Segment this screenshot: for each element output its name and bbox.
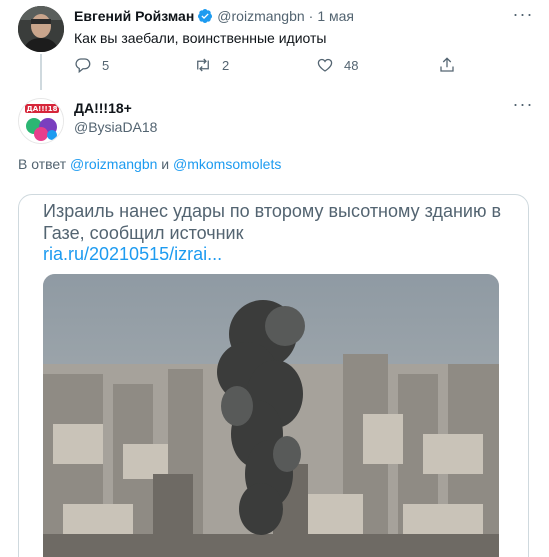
card-link[interactable]: ria.ru/20210515/izrai... <box>43 244 222 265</box>
separator-dot: · <box>308 8 314 24</box>
smoke-over-city-image <box>43 274 499 557</box>
reply-count: 5 <box>102 57 110 73</box>
share-button[interactable] <box>438 56 466 74</box>
author-handle[interactable]: @roizmangbn <box>217 8 304 24</box>
retweet-button[interactable]: 2 <box>194 56 229 74</box>
retweet-count: 2 <box>222 57 230 73</box>
tweet-actions: 5 2 48 <box>74 56 474 78</box>
retweet-icon <box>197 58 209 72</box>
like-count: 48 <box>344 57 359 73</box>
more-icon[interactable]: ··· <box>511 94 535 114</box>
reply-prefix: В ответ <box>18 156 67 172</box>
author-name[interactable]: Евгений Ройзман <box>74 8 194 24</box>
avatar-photo <box>18 6 64 52</box>
mention-roizmangbn[interactable]: @roizmangbn <box>70 156 157 172</box>
embedded-tweet-card[interactable]: Израиль нанес удары по второму высотному… <box>18 194 529 557</box>
verified-badge-icon <box>197 8 213 24</box>
tweet-header: Евгений Ройзман @roizmangbn · 1 мая <box>74 8 354 24</box>
mention-mkomsomolets[interactable]: @mkomsomolets <box>173 156 281 172</box>
thread-connector-line <box>40 54 42 90</box>
svg-text:ДА!!!18: ДА!!!18 <box>27 105 58 113</box>
tweet-timestamp[interactable]: 1 мая <box>317 8 354 24</box>
tweet-roizman[interactable]: Евгений Ройзман @roizmangbn · 1 мая ··· … <box>0 0 549 90</box>
replying-to: В ответ @roizmangbn и @mkomsomolets <box>18 156 281 172</box>
tweet-text: Как вы заебали, воинственные идиоты <box>74 30 327 46</box>
card-title: Израиль нанес удары по второму высотному… <box>43 201 502 243</box>
reply-joiner: и <box>161 156 170 172</box>
news-photo[interactable] <box>43 274 499 557</box>
share-icon <box>440 57 454 72</box>
like-icon <box>317 58 333 72</box>
like-button[interactable]: 48 <box>316 56 358 74</box>
avatar-logo: ДА!!!18 <box>19 99 63 143</box>
avatar-bysia[interactable]: ДА!!!18 <box>18 98 64 144</box>
more-icon[interactable]: ··· <box>511 4 535 24</box>
reply-button[interactable]: 5 <box>74 56 109 74</box>
avatar-roizman[interactable] <box>18 6 64 52</box>
reply-icon <box>75 58 91 74</box>
author-name[interactable]: ДА!!!18+ <box>74 100 132 116</box>
author-handle[interactable]: @BysiaDA18 <box>74 119 157 135</box>
tweet-bysia[interactable]: ДА!!!18 ДА!!!18+ @BysiaDA18 ··· В ответ … <box>0 88 549 557</box>
